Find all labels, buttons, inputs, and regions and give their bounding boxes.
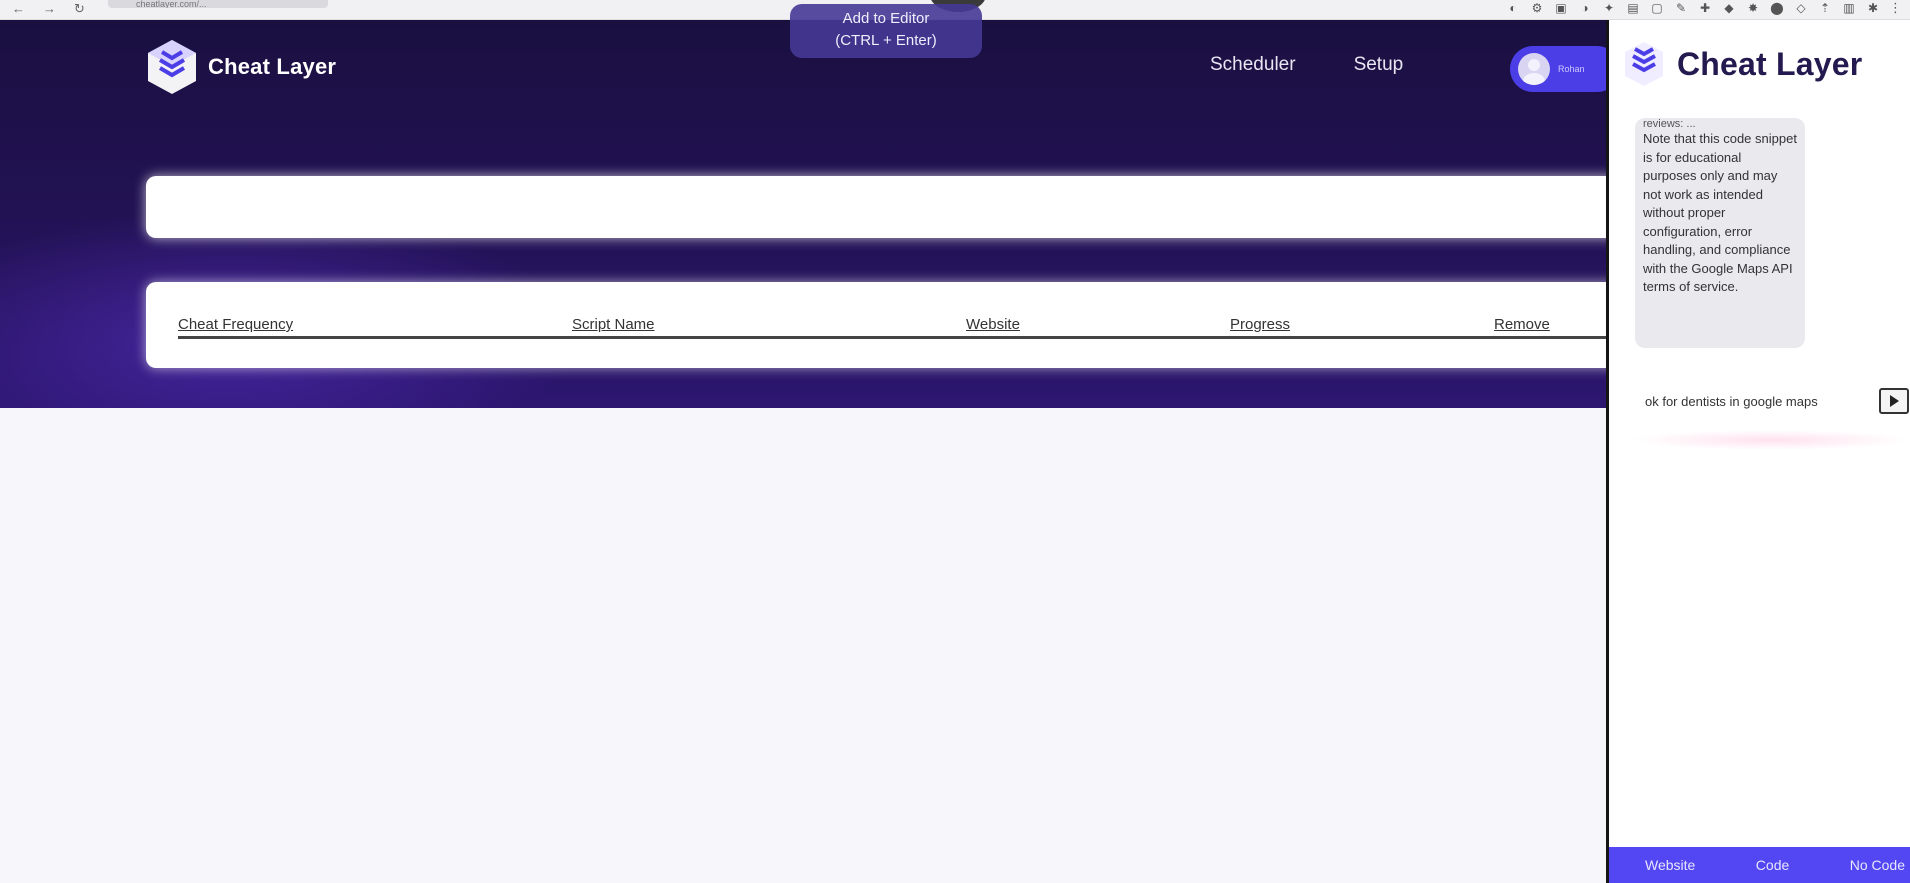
- tooltip-line-2: (CTRL + Enter): [835, 32, 937, 49]
- top-navigation: Scheduler Setup: [1210, 54, 1403, 76]
- tab-website[interactable]: Website: [1645, 857, 1695, 873]
- address-bar[interactable]: cheatlayer.com/...: [108, 0, 328, 8]
- extension-bar: ◐ ⚙ ▣ ◑ ✦ ▤ ▢ ✎ ✚ ◆ ✸ ⬤ ◇ ⇡ ▥ ✱: [1506, 1, 1880, 15]
- profile-button[interactable]: Rohan: [1510, 46, 1606, 92]
- cheat-layer-side-panel: Cheat Layer reviews: ... Note that this …: [1606, 20, 1910, 883]
- panel-footer-tabs: Website Code No Code: [1609, 847, 1910, 883]
- extension-icon[interactable]: ⚙: [1530, 1, 1544, 15]
- script-search-bar[interactable]: [146, 176, 1606, 238]
- extension-icon[interactable]: ▥: [1842, 1, 1856, 15]
- cheat-layer-logo-icon: [146, 38, 198, 96]
- extension-icon[interactable]: ▤: [1626, 1, 1640, 15]
- play-icon: [1889, 395, 1899, 407]
- chat-message-bubble: reviews: ... Note that this code snippet…: [1635, 118, 1805, 348]
- table-header: Cheat Frequency Script Name Website Prog…: [178, 315, 1606, 339]
- column-header-cheat-frequency[interactable]: Cheat Frequency: [178, 316, 293, 333]
- column-header-website[interactable]: Website: [966, 316, 1020, 333]
- input-glow: [1629, 430, 1910, 450]
- avatar: [1518, 53, 1550, 85]
- nav-scheduler[interactable]: Scheduler: [1210, 54, 1296, 76]
- send-button[interactable]: [1879, 388, 1909, 414]
- tooltip-line-1: Add to Editor: [842, 10, 930, 27]
- chat-prompt-input[interactable]: ok for dentists in google maps: [1637, 384, 1877, 420]
- browser-nav: ← → ↻: [12, 1, 85, 17]
- extension-icon[interactable]: ◑: [1578, 1, 1592, 15]
- tab-code[interactable]: Code: [1756, 857, 1789, 873]
- nav-setup[interactable]: Setup: [1354, 54, 1404, 76]
- extension-icon[interactable]: ⇡: [1818, 1, 1832, 15]
- extension-icon[interactable]: ▣: [1554, 1, 1568, 15]
- back-icon[interactable]: ←: [12, 1, 25, 17]
- extension-icon[interactable]: ⬤: [1770, 1, 1784, 15]
- cheat-layer-logo-icon: [1623, 40, 1665, 88]
- extension-icon[interactable]: ✸: [1746, 1, 1760, 15]
- column-header-remove[interactable]: Remove: [1494, 316, 1550, 333]
- profile-name: Rohan: [1558, 64, 1585, 74]
- tab-no-code[interactable]: No Code: [1850, 857, 1905, 873]
- extension-icon[interactable]: ◆: [1722, 1, 1736, 15]
- column-header-progress[interactable]: Progress: [1230, 316, 1290, 333]
- brand-name: Cheat Layer: [208, 54, 337, 79]
- hero-section: Cheat Layer Scheduler Setup Rohan Cheat …: [0, 20, 1606, 408]
- reload-icon[interactable]: ↻: [74, 1, 85, 17]
- extension-icon[interactable]: ◐: [1506, 1, 1520, 15]
- extension-icon[interactable]: ✦: [1602, 1, 1616, 15]
- panel-title: Cheat Layer: [1677, 45, 1863, 82]
- forward-icon[interactable]: →: [43, 1, 56, 17]
- extension-icon[interactable]: ◇: [1794, 1, 1808, 15]
- extension-icon[interactable]: ▢: [1650, 1, 1664, 15]
- panel-header: Cheat Layer: [1623, 40, 1862, 88]
- message-text: Note that this code snippet is for educa…: [1643, 131, 1797, 294]
- browser-menu-icon[interactable]: ⋮: [1889, 0, 1902, 16]
- scheduled-scripts-table: Cheat Frequency Script Name Website Prog…: [146, 282, 1606, 368]
- brand-logo[interactable]: Cheat Layer: [146, 38, 336, 96]
- add-to-editor-tooltip: Add to Editor (CTRL + Enter): [790, 4, 982, 58]
- extension-icon[interactable]: ✎: [1674, 1, 1688, 15]
- extension-icon[interactable]: ✱: [1866, 1, 1880, 15]
- extension-icon[interactable]: ✚: [1698, 1, 1712, 15]
- column-header-script-name[interactable]: Script Name: [572, 316, 655, 333]
- message-clipped-line: reviews: ...: [1643, 118, 1696, 130]
